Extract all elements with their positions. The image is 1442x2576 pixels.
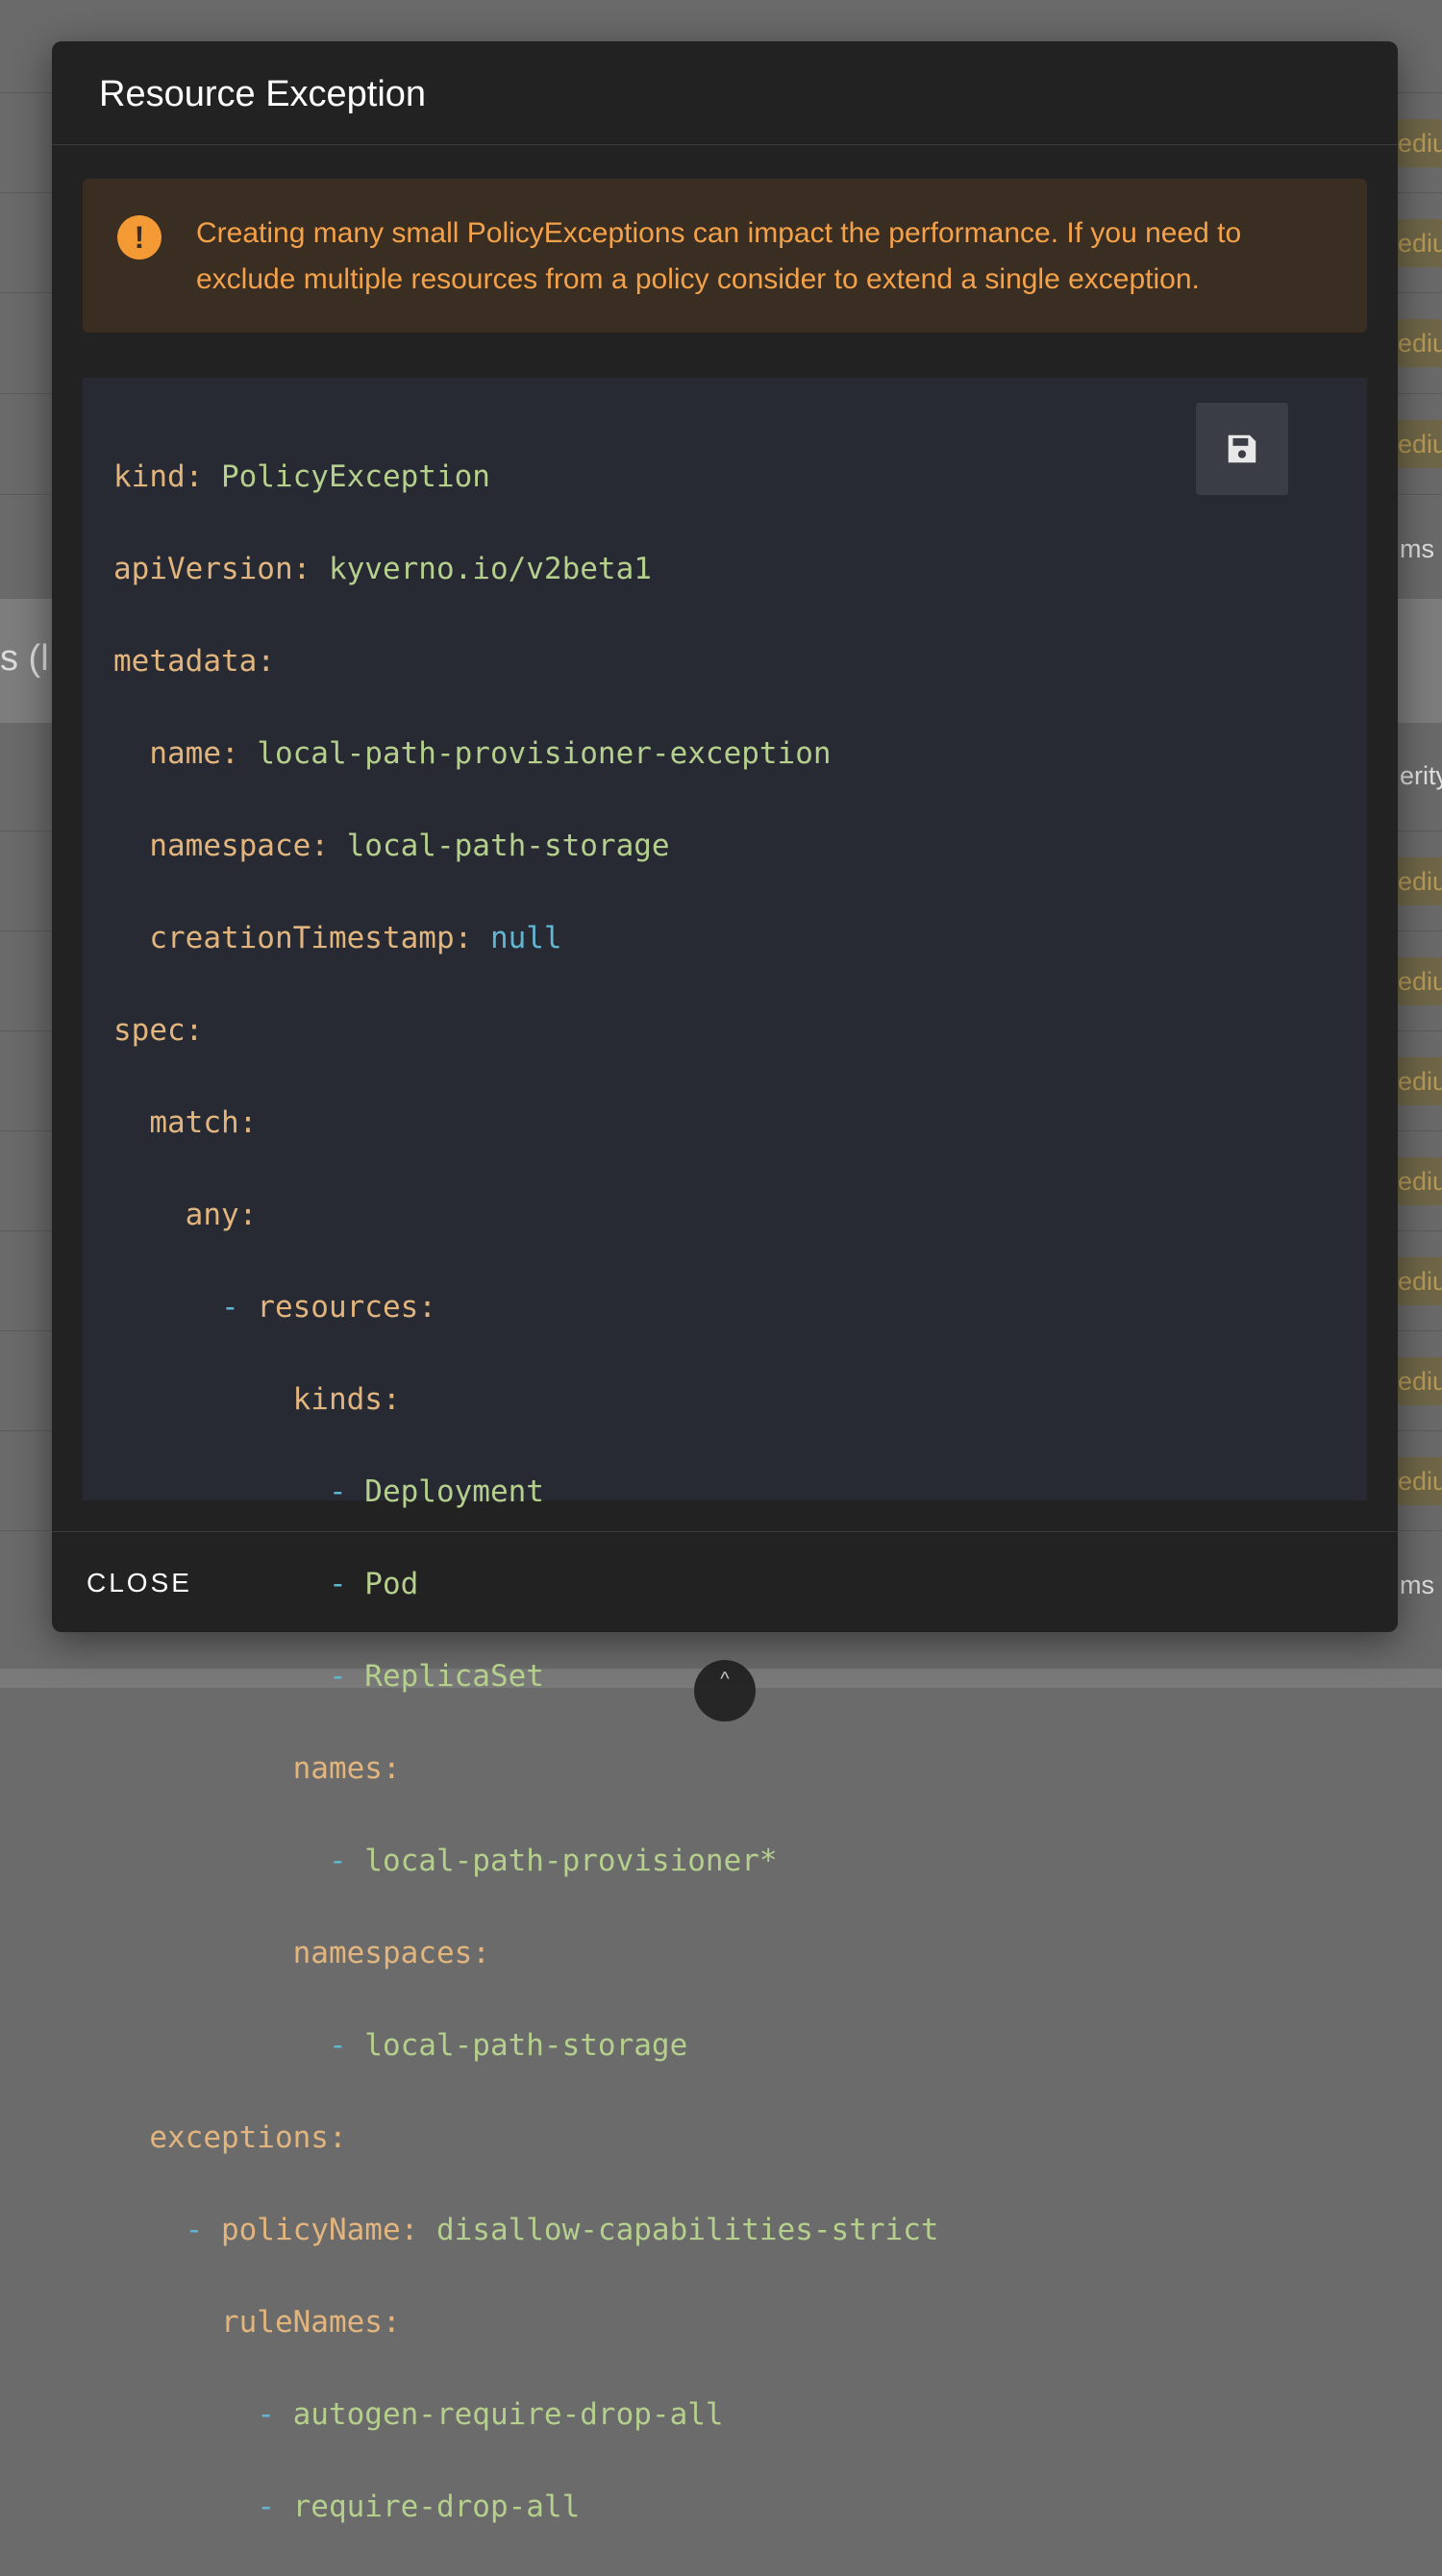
bg-section-title: s (l (0, 638, 49, 679)
bg-severity-chip: ediur (1396, 420, 1442, 468)
yaml-key: match (149, 1105, 239, 1140)
bg-severity-chip: ediur (1396, 957, 1442, 1005)
bg-side-text: erity (1400, 761, 1442, 790)
yaml-line: namespace: local-path-storage (149, 829, 670, 863)
yaml-line: - Pod (328, 1567, 419, 1601)
yaml-line: kinds: (292, 1382, 401, 1417)
warning-alert: ! Creating many small PolicyExceptions c… (83, 179, 1367, 333)
yaml-line: kind: PolicyException (113, 459, 490, 494)
yaml-key: ruleNames (220, 2305, 383, 2340)
yaml-line: spec: (113, 1013, 204, 1048)
yaml-key: apiVersion (113, 552, 293, 586)
yaml-list-item: local-path-storage (364, 2028, 688, 2063)
bg-severity-chip: ediur (1396, 319, 1442, 367)
yaml-list-item: Deployment (364, 1474, 544, 1509)
bg-severity-chip: ediur (1396, 1057, 1442, 1105)
yaml-list-item: local-path-provisioner* (364, 1844, 778, 1878)
yaml-key: name (149, 736, 221, 771)
yaml-key: any (185, 1198, 239, 1232)
yaml-line: name: local-path-provisioner-exception (149, 736, 832, 771)
yaml-key: exceptions (149, 2120, 329, 2155)
yaml-value: disallow-capabilities-strict (435, 2213, 939, 2247)
yaml-key: spec (113, 1013, 186, 1048)
yaml-key: kinds (292, 1382, 383, 1417)
bg-severity-chip: ediur (1396, 219, 1442, 267)
floppy-disk-icon (1228, 434, 1256, 463)
yaml-key: metadata (113, 644, 258, 679)
yaml-key: kind (113, 459, 186, 494)
dialog-title: Resource Exception (99, 74, 427, 114)
yaml-line: names: (292, 1751, 401, 1786)
yaml-value: kyverno.io/v2beta1 (328, 552, 652, 586)
yaml-value: PolicyException (220, 459, 490, 494)
yaml-line: creationTimestamp: null (149, 921, 562, 955)
yaml-list-item: Pod (364, 1567, 419, 1601)
yaml-line: - local-path-provisioner* (328, 1844, 778, 1878)
yaml-key: creationTimestamp (149, 921, 455, 955)
yaml-key: namespace (149, 829, 311, 863)
yaml-line: - resources: (220, 1290, 436, 1325)
yaml-value: local-path-provisioner-exception (257, 736, 832, 771)
warning-message: Creating many small PolicyExceptions can… (196, 217, 1242, 295)
yaml-line: - autogen-require-drop-all (257, 2397, 724, 2432)
yaml-line: ruleNames: (220, 2305, 401, 2340)
yaml-line: - ReplicaSet (328, 1659, 544, 1694)
exclamation-icon: ! (117, 215, 162, 260)
yaml-content: kind: PolicyException apiVersion: kyvern… (113, 408, 939, 2576)
yaml-line: namespaces: (292, 1936, 490, 1970)
yaml-line: - Deployment (328, 1474, 544, 1509)
bg-side-text: ms (1400, 1571, 1434, 1599)
yaml-line: match: (149, 1105, 258, 1140)
save-button[interactable] (1196, 403, 1288, 495)
bg-side-text: ms (1400, 534, 1434, 563)
yaml-line: apiVersion: kyverno.io/v2beta1 (113, 552, 652, 586)
yaml-line: metadata: (113, 644, 275, 679)
bg-severity-chip: ediur (1396, 857, 1442, 905)
yaml-key: resources (257, 1290, 419, 1325)
yaml-list-item: autogen-require-drop-all (292, 2397, 724, 2432)
yaml-list-item: require-drop-all (292, 2489, 581, 2524)
yaml-line: - require-drop-all (257, 2489, 581, 2524)
yaml-key: namespaces (292, 1936, 473, 1970)
yaml-line: - local-path-storage (328, 2028, 688, 2063)
yaml-line: - policyName: disallow-capabilities-stri… (185, 2213, 939, 2247)
yaml-key: policyName (220, 2213, 401, 2247)
yaml-line: exceptions: (149, 2120, 347, 2155)
bg-severity-chip: ediur (1396, 1157, 1442, 1205)
bg-severity-chip: ediur (1396, 1357, 1442, 1405)
bg-severity-chip: ediur (1396, 1257, 1442, 1305)
yaml-line: any: (185, 1198, 258, 1232)
yaml-value: local-path-storage (346, 829, 670, 863)
yaml-null-value: null (489, 921, 562, 955)
yaml-list-item: ReplicaSet (364, 1659, 544, 1694)
bg-severity-chip: ediur (1396, 1457, 1442, 1505)
bg-severity-chip: ediur (1396, 119, 1442, 167)
yaml-key: names (292, 1751, 383, 1786)
dialog-header: Resource Exception (52, 41, 1398, 145)
